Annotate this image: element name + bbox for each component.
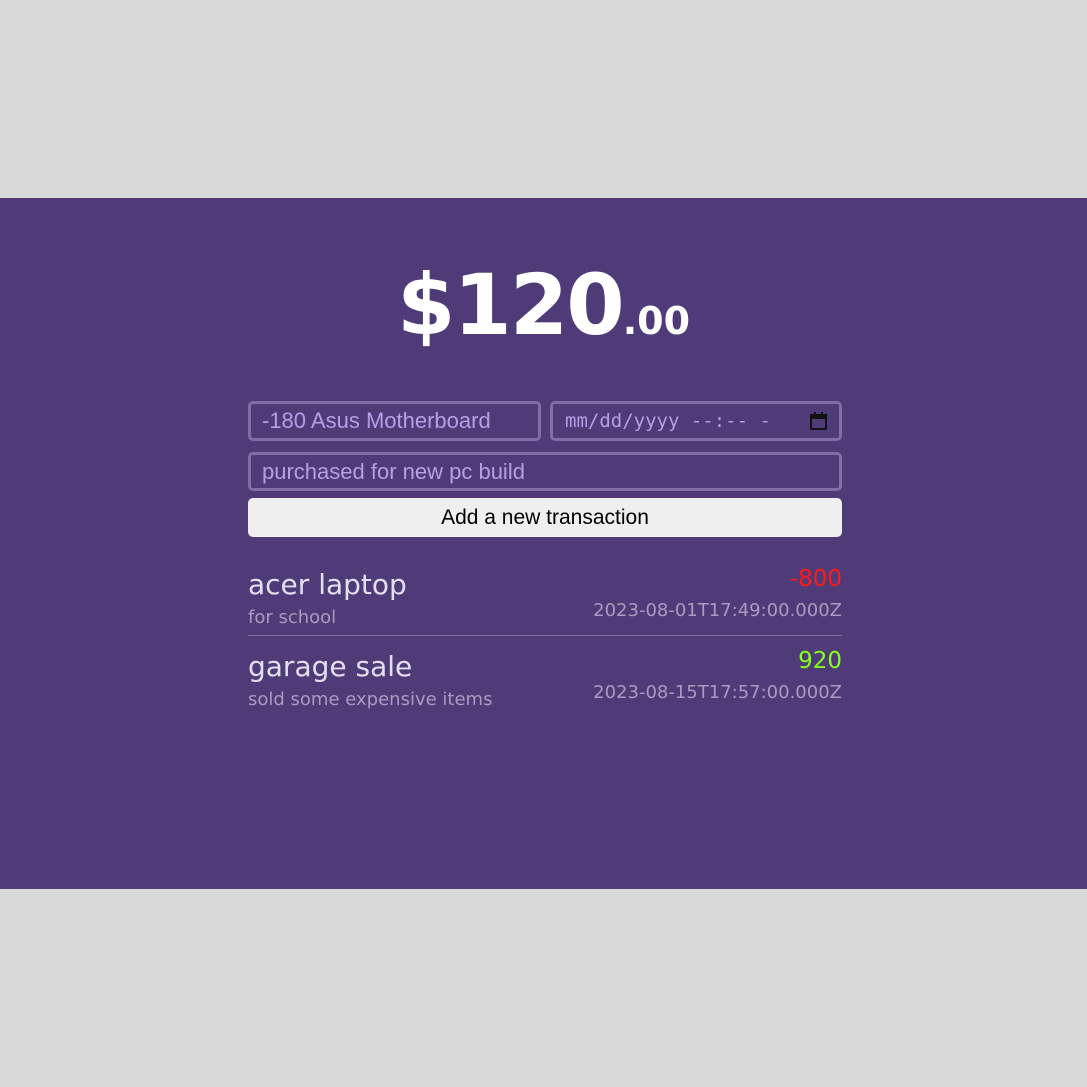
transaction-name-placeholder: -180 Asus Motherboard [262,408,491,433]
transaction-item: garage sale sold some expensive items 92… [248,635,842,716]
transaction-amount: -800 [789,566,842,592]
transaction-description: sold some expensive items [248,689,493,710]
transaction-description-placeholder: purchased for new pc build [262,458,525,484]
calendar-icon[interactable] [810,412,827,430]
transaction-amount: 920 [798,648,842,674]
balance-cents: .00 [622,299,691,343]
balance-display: $120.00 [0,256,1087,354]
transaction-title: garage sale [248,650,413,683]
transaction-name-input[interactable]: -180 Asus Motherboard [248,401,541,441]
transaction-item: acer laptop for school -800 2023-08-01T1… [248,562,842,635]
transaction-datetime-input[interactable]: mm/dd/yyyy --:-- - [550,401,842,441]
transaction-datetime: 2023-08-01T17:49:00.000Z [593,600,842,621]
form-row-top: -180 Asus Motherboard mm/dd/yyyy --:-- - [248,401,842,441]
transaction-description-input[interactable]: purchased for new pc build [248,452,842,491]
datetime-placeholder: mm/dd/yyyy --:-- - [565,410,771,432]
balance-amount: $120 [396,256,625,354]
transaction-description: for school [248,607,337,628]
transaction-title: acer laptop [248,568,407,601]
transaction-datetime: 2023-08-15T17:57:00.000Z [593,682,842,703]
app-container: $120.00 -180 Asus Motherboard mm/dd/yyyy… [0,198,1087,889]
transaction-list: acer laptop for school -800 2023-08-01T1… [248,562,842,716]
add-transaction-button[interactable]: Add a new transaction [248,498,842,537]
transaction-form: -180 Asus Motherboard mm/dd/yyyy --:-- -… [248,401,842,537]
